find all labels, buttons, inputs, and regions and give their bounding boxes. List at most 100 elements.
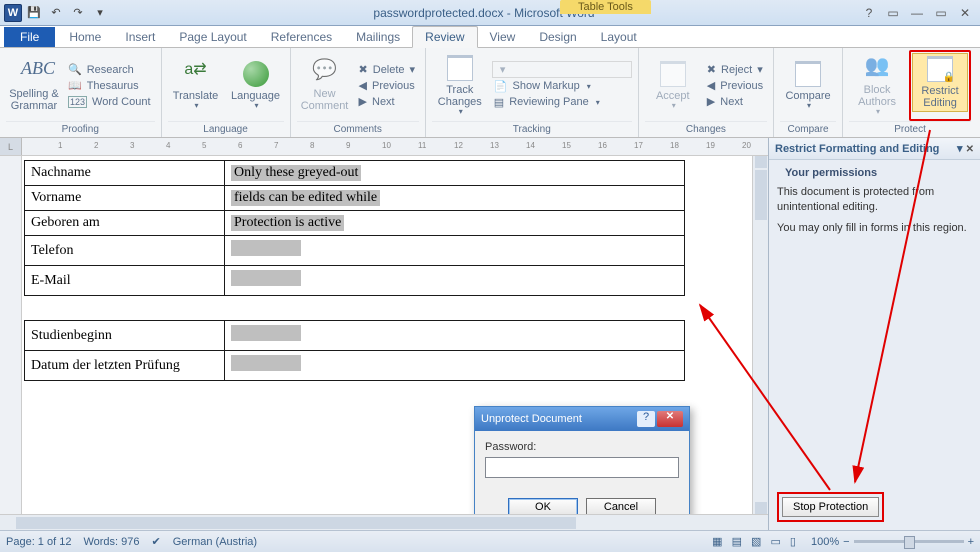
reject-button[interactable]: ✖ Reject ▾ (705, 62, 767, 78)
word-app-icon[interactable]: W (4, 4, 22, 22)
next-comment-button[interactable]: ▶ Next (357, 94, 419, 110)
dialog-title-bar[interactable]: Unprotect Document ? ✕ (475, 407, 689, 431)
accept-button[interactable]: Accept (645, 50, 701, 121)
view-buttons[interactable]: ▦ ▤ ▧ ▭ ▯ (712, 535, 799, 548)
compare-icon (795, 61, 821, 87)
ok-button[interactable]: OK (508, 498, 578, 514)
new-comment-button[interactable]: 💬New Comment (297, 50, 353, 121)
editable-field[interactable] (231, 325, 301, 341)
field-label: Vorname (25, 186, 225, 211)
show-markup-button[interactable]: 📄 Show Markup (492, 78, 632, 94)
form-field[interactable] (225, 266, 685, 296)
track-changes-button[interactable]: Track Changes (432, 50, 488, 121)
password-label: Password: (485, 441, 679, 453)
undo-icon[interactable]: ↶ (46, 3, 66, 23)
table-row: Geboren amProtection is active (25, 211, 685, 236)
research-button[interactable]: 🔍 Research (66, 62, 155, 78)
compare-button[interactable]: Compare (780, 50, 836, 121)
qat-customize-icon[interactable]: ▾ (90, 3, 110, 23)
status-page[interactable]: Page: 1 of 12 (6, 536, 71, 548)
tab-design[interactable]: Design (527, 27, 588, 47)
work-area: L1234567891011121314151617181920 Nachnam… (0, 138, 980, 530)
form-table-2: StudienbeginnDatum der letzten Prüfung (24, 320, 685, 381)
word-count-button[interactable]: 123 Word Count (66, 94, 155, 110)
form-field[interactable] (225, 321, 685, 351)
maximize-icon[interactable]: ▭ (930, 5, 952, 21)
table-row: Vorname fields can be edited while (25, 186, 685, 211)
reviewing-pane-button[interactable]: ▤ Reviewing Pane (492, 94, 632, 110)
tab-insert[interactable]: Insert (113, 27, 167, 47)
thesaurus-button[interactable]: 📖 Thesaurus (66, 78, 155, 94)
status-language[interactable]: German (Austria) (173, 536, 257, 548)
tab-view[interactable]: View (478, 27, 528, 47)
zoom-in-icon[interactable]: + (968, 536, 974, 548)
zoom-level[interactable]: 100% (811, 536, 839, 548)
save-icon[interactable]: 💾 (24, 3, 44, 23)
field-label: Datum der letzten Prüfung (25, 351, 225, 381)
form-field[interactable] (225, 351, 685, 381)
previous-comment-button[interactable]: ◀ Previous (357, 78, 419, 94)
form-field[interactable] (225, 236, 685, 266)
editable-field[interactable] (231, 355, 301, 371)
redo-icon[interactable]: ↷ (68, 3, 88, 23)
dialog-help-icon[interactable]: ? (637, 411, 655, 427)
group-compare: Compare Compare (774, 48, 843, 137)
ribbon-tabs: Table Tools File Home Insert Page Layout… (0, 26, 980, 48)
zoom-out-icon[interactable]: − (843, 536, 849, 548)
minimize-ribbon-icon[interactable]: ▭ (882, 5, 904, 21)
cancel-button[interactable]: Cancel (586, 498, 656, 514)
tab-mailings[interactable]: Mailings (344, 27, 412, 47)
spelling-grammar-button[interactable]: ABCSpelling & Grammar (6, 50, 62, 121)
language-button[interactable]: Language (228, 50, 284, 121)
document-view[interactable]: NachnameOnly these greyed-outVornamefiel… (22, 156, 752, 514)
editable-field[interactable]: fields can be edited while (231, 190, 380, 206)
tab-references[interactable]: References (259, 27, 344, 47)
table-row: Telefon (25, 236, 685, 266)
translate-button[interactable]: a⇄Translate (168, 50, 224, 121)
tab-page-layout[interactable]: Page Layout (167, 27, 258, 47)
form-field[interactable]: Protection is active (225, 211, 685, 236)
form-field[interactable]: fields can be edited while (225, 186, 685, 211)
zoom-control[interactable]: 100% − + (811, 536, 974, 548)
form-table-1: NachnameOnly these greyed-outVornamefiel… (24, 160, 685, 296)
delete-comment-button[interactable]: ✖ Delete ▾ (357, 62, 419, 78)
pane-dropdown-icon[interactable]: ▾ (957, 143, 963, 155)
help-icon[interactable]: ? (858, 5, 880, 21)
editable-field[interactable]: Protection is active (231, 215, 344, 231)
dialog-close-icon[interactable]: ✕ (657, 411, 683, 427)
horizontal-scrollbar[interactable] (0, 514, 768, 530)
block-authors-button[interactable]: 👥Block Authors (849, 50, 905, 121)
dialog-title: Unprotect Document (481, 413, 582, 425)
tab-layout[interactable]: Layout (589, 27, 649, 47)
status-proofing-icon[interactable]: ✔ (152, 535, 161, 548)
form-field[interactable]: Only these greyed-out (225, 161, 685, 186)
vertical-ruler[interactable] (0, 156, 22, 514)
vertical-scrollbar[interactable] (752, 156, 768, 514)
tab-home[interactable]: Home (57, 27, 113, 47)
editable-field[interactable] (231, 270, 301, 286)
editable-field[interactable]: Only these greyed-out (231, 165, 361, 181)
minimize-icon[interactable]: — (906, 5, 928, 21)
group-language: a⇄Translate Language Language (162, 48, 291, 137)
password-input[interactable] (485, 457, 679, 478)
ribbon: ABCSpelling & Grammar 🔍 Research 📖 Thesa… (0, 48, 980, 138)
tab-review[interactable]: Review (412, 26, 477, 48)
pane-close-icon[interactable]: ✕ (966, 144, 974, 155)
previous-change-button[interactable]: ◀ Previous (705, 78, 767, 94)
accept-icon (660, 61, 686, 87)
close-icon[interactable]: ✕ (954, 5, 976, 21)
group-protect: 👥Block Authors 🔒 Restrict Editing Protec… (843, 48, 977, 137)
status-words[interactable]: Words: 976 (83, 536, 139, 548)
restrict-editing-button[interactable]: 🔒 Restrict Editing (912, 53, 968, 112)
horizontal-ruler[interactable]: L1234567891011121314151617181920 (0, 138, 768, 156)
lock-page-icon: 🔒 (927, 56, 953, 82)
next-change-button[interactable]: ▶ Next (705, 94, 767, 110)
group-tracking: Track Changes ▾ 📄 Show Markup ▤ Reviewin… (426, 48, 639, 137)
zoom-slider[interactable] (854, 540, 964, 543)
restrict-editing-highlight: 🔒 Restrict Editing (909, 50, 971, 121)
group-proofing: ABCSpelling & Grammar 🔍 Research 📖 Thesa… (0, 48, 162, 137)
display-for-review-dropdown[interactable]: ▾ (492, 61, 632, 78)
stop-protection-button[interactable]: Stop Protection (782, 497, 879, 517)
editable-field[interactable] (231, 240, 301, 256)
tab-file[interactable]: File (4, 27, 55, 47)
